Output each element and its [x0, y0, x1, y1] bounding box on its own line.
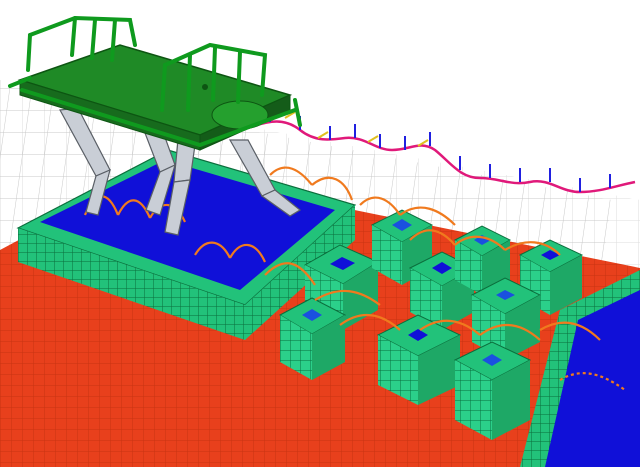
stone [453, 341, 532, 440]
simulation-scene [0, 15, 640, 467]
